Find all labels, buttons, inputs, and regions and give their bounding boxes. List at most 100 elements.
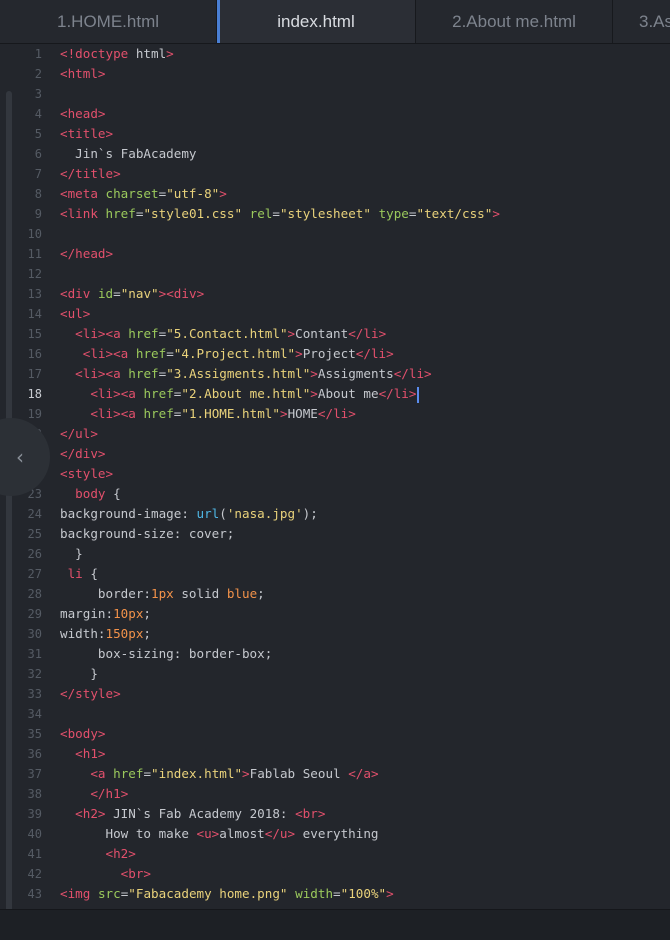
line-number: 31 — [27, 647, 42, 661]
line-code: <a href="index.html">Fablab Seoul </a> — [90, 766, 379, 781]
code-line[interactable]: 24 background-image: url('nasa.jpg'); — [0, 504, 670, 524]
line-number: 16 — [27, 347, 42, 361]
tab-about-me[interactable]: 2.About me.html — [416, 0, 613, 43]
code-line[interactable]: 22<style> — [0, 464, 670, 484]
line-code: How to make <u>almost</u> everything — [60, 826, 379, 841]
code-line[interactable]: 3 — [0, 84, 670, 104]
line-number: 24 — [27, 507, 42, 521]
code-line[interactable]: 27 li { — [0, 564, 670, 584]
code-line[interactable]: 12 — [0, 264, 670, 284]
chevron-left-icon[interactable]: ‹ — [16, 445, 24, 469]
code-line[interactable]: 15 <li><a href="5.Contact.html">Contant<… — [0, 324, 670, 344]
text-cursor — [416, 386, 419, 403]
code-line[interactable]: 35 <body> — [0, 724, 670, 744]
active-tab-indicator — [217, 0, 220, 43]
code-line[interactable]: 36 <h1> — [0, 744, 670, 764]
line-number: 5 — [34, 127, 42, 141]
line-code: </head> — [60, 246, 114, 261]
tab-label: index.html — [277, 12, 355, 31]
code-line[interactable]: 7 </title> — [0, 164, 670, 184]
line-number: 9 — [34, 207, 42, 221]
line-code: </style> — [60, 686, 121, 701]
line-code: <style> — [60, 466, 114, 481]
code-line[interactable]: 26 } — [0, 544, 670, 564]
code-line[interactable]: 2 <html> — [0, 64, 670, 84]
code-line[interactable]: 4 <head> — [0, 104, 670, 124]
code-line[interactable]: 9 <link href="style01.css" rel="styleshee… — [0, 204, 670, 224]
code-line[interactable]: 42 <br> — [0, 864, 670, 884]
line-number: 37 — [27, 767, 42, 781]
code-line[interactable]: 31 box-sizing: border-box; — [0, 644, 670, 664]
code-line[interactable]: 14 <ul> — [0, 304, 670, 324]
line-number: 8 — [34, 187, 42, 201]
line-code: } — [60, 666, 98, 681]
code-line[interactable]: 34 — [0, 704, 670, 724]
line-code: </ul> — [60, 426, 98, 441]
line-code: <title> — [60, 126, 114, 141]
line-number: 12 — [27, 267, 42, 281]
code-line[interactable]: 30 width:150px; — [0, 624, 670, 644]
tab-label: 3.Assigments.html — [639, 12, 670, 31]
code-line[interactable]: 33 </style> — [0, 684, 670, 704]
line-number: 4 — [34, 107, 42, 121]
code-line[interactable]: 28 border:1px solid blue; — [0, 584, 670, 604]
code-editor[interactable]: 1 <!doctype html> 2 <html> 3 4 <head> 5 <title> 6… — [0, 43, 670, 909]
line-number: 26 — [27, 547, 42, 561]
line-number: 35 — [27, 727, 42, 741]
code-line[interactable]: 6 Jin`s FabAcademy — [0, 144, 670, 164]
line-code: <!doctype html> — [60, 46, 174, 61]
tab-home[interactable]: 1.HOME.html — [0, 0, 217, 43]
line-number: 1 — [34, 47, 42, 61]
code-line[interactable]: 18 <li><a href="2.About me.html">About m… — [0, 384, 670, 404]
tab-assigments[interactable]: 3.Assigments.html — [613, 0, 670, 43]
code-line[interactable]: 1 <!doctype html> — [0, 44, 670, 64]
code-line[interactable]: 16 <li><a href="4.Project.html">Project<… — [0, 344, 670, 364]
code-line[interactable]: 41 <h2> — [0, 844, 670, 864]
line-code: </title> — [60, 166, 121, 181]
tab-index[interactable]: index.html — [217, 0, 416, 43]
code-line[interactable]: 11 </head> — [0, 244, 670, 264]
tab-bar: 1.HOME.html index.html 2.About me.html 3… — [0, 0, 670, 44]
code-line[interactable]: 19 <li><a href="1.HOME.html">HOME</li> — [0, 404, 670, 424]
code-line[interactable]: 13 <div id="nav"><div> — [0, 284, 670, 304]
line-number: 7 — [34, 167, 42, 181]
line-number: 30 — [27, 627, 42, 641]
line-code: <body> — [60, 726, 106, 741]
line-code: <meta charset="utf-8"> — [60, 186, 227, 201]
line-number: 34 — [27, 707, 42, 721]
line-number: 25 — [27, 527, 42, 541]
code-line[interactable]: 21</div> — [0, 444, 670, 464]
code-line[interactable]: 40 How to make <u>almost</u> everything — [0, 824, 670, 844]
line-code: <h2> — [105, 846, 136, 861]
code-line[interactable]: 29 margin:10px; — [0, 604, 670, 624]
code-line[interactable]: 23 body { — [0, 484, 670, 504]
line-number: 33 — [27, 687, 42, 701]
line-code: <li><a href="4.Project.html">Project</li… — [82, 346, 394, 361]
line-code: <h2> JIN`s Fab Academy 2018: <br> — [75, 806, 326, 821]
code-line[interactable]: 20</ul> — [0, 424, 670, 444]
line-code: <head> — [60, 106, 106, 121]
line-number: 17 — [27, 367, 42, 381]
line-number: 18 — [27, 387, 42, 401]
code-line[interactable]: 8 <meta charset="utf-8"> — [0, 184, 670, 204]
line-code: <div id="nav"><div> — [60, 286, 205, 301]
line-number: 6 — [34, 147, 42, 161]
line-number: 27 — [27, 567, 42, 581]
tab-label: 1.HOME.html — [56, 12, 160, 31]
code-line[interactable]: 39 <h2> JIN`s Fab Academy 2018: <br> — [0, 804, 670, 824]
line-number: 38 — [27, 787, 42, 801]
line-code: <li><a href="2.About me.html">About me</… — [90, 386, 419, 403]
line-code: box-sizing: border-box; — [60, 646, 273, 661]
line-code: Jin`s FabAcademy — [60, 146, 197, 161]
code-line[interactable]: 5 <title> — [0, 124, 670, 144]
code-line[interactable]: 17 <li><a href="3.Assigments.html">Assig… — [0, 364, 670, 384]
code-line[interactable]: 25 background-size: cover; — [0, 524, 670, 544]
code-line[interactable]: 10 — [0, 224, 670, 244]
line-code: <link href="style01.css" rel="stylesheet… — [60, 206, 500, 221]
line-code: border:1px solid blue; — [60, 586, 265, 601]
code-line[interactable]: 37 <a href="index.html">Fablab Seoul </a… — [0, 764, 670, 784]
code-line[interactable]: 32 } — [0, 664, 670, 684]
line-code: <li><a href="3.Assigments.html">Assigmen… — [75, 366, 432, 381]
code-line[interactable]: 38 </h1> — [0, 784, 670, 804]
code-line[interactable]: 43 <img src="Fabacademy home.png" width="… — [0, 884, 670, 904]
